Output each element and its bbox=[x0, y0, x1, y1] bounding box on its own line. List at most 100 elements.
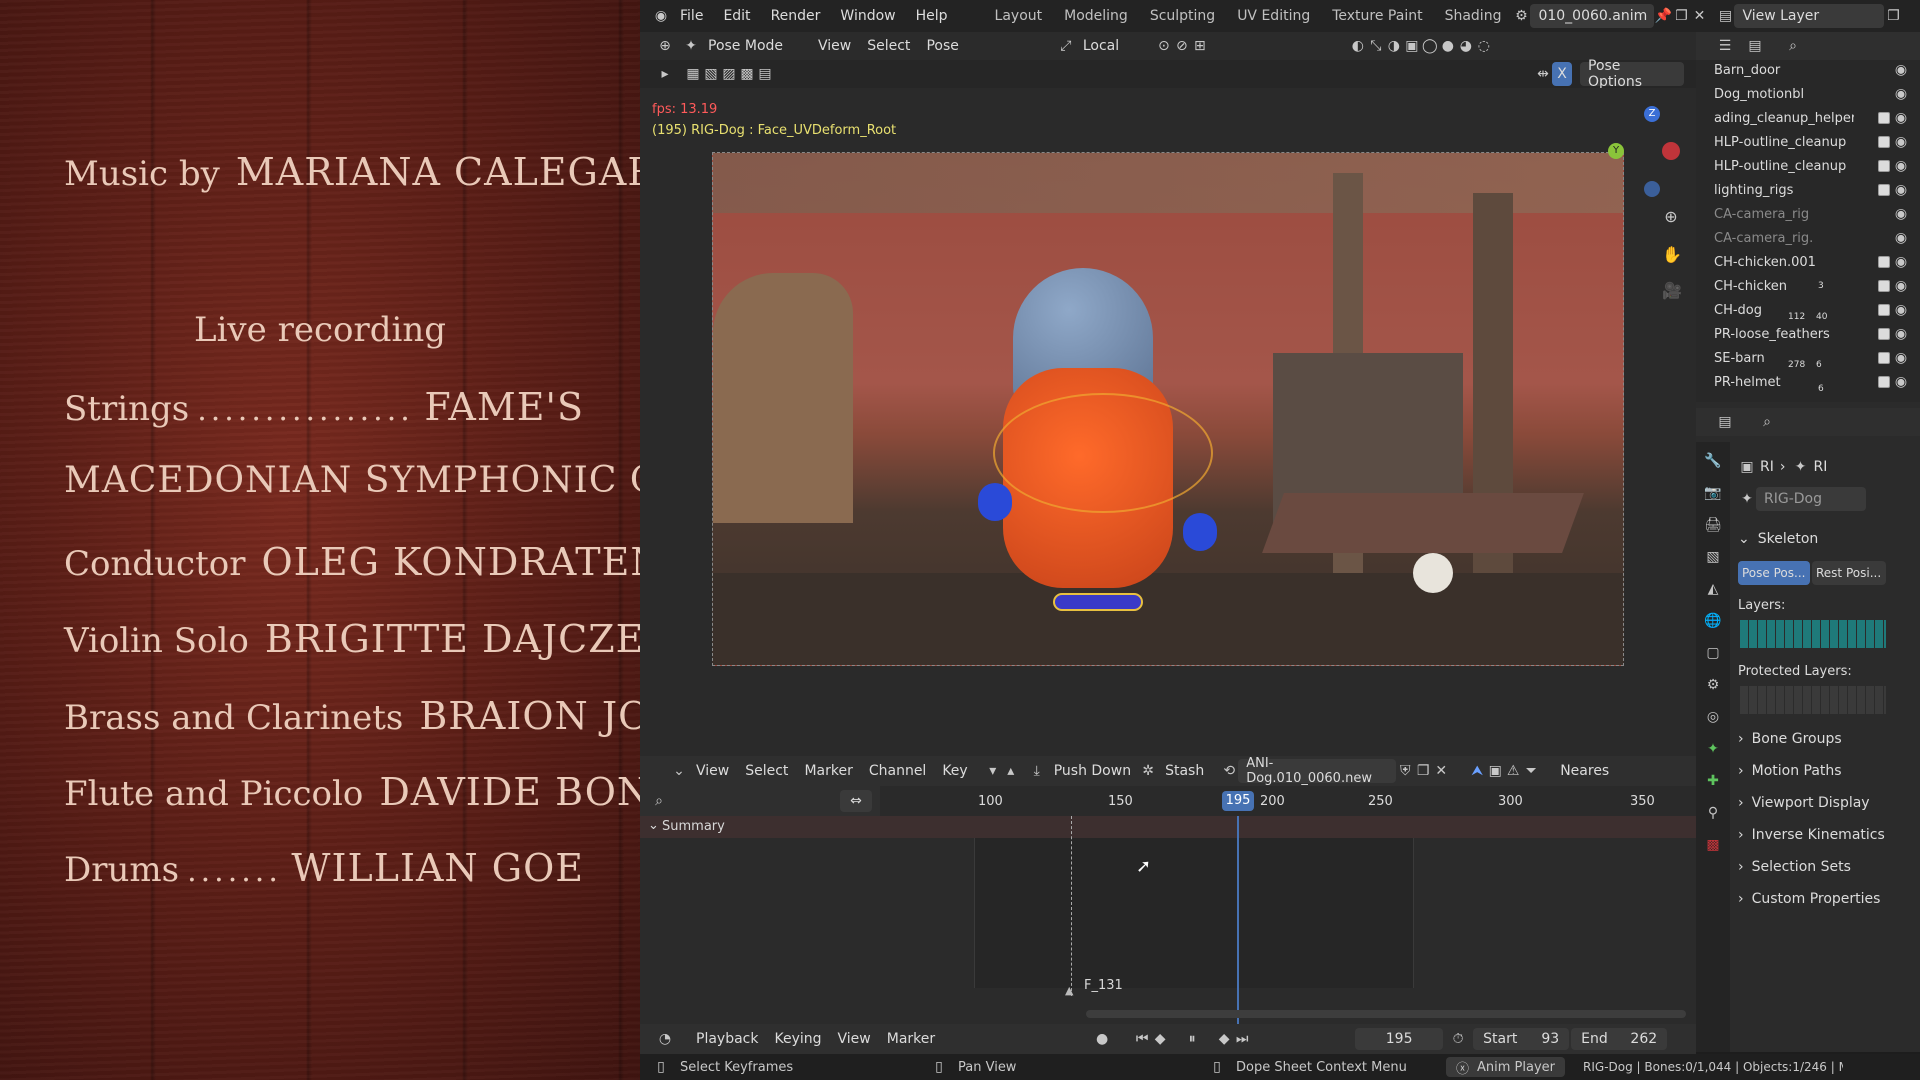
x-mirror-toggle[interactable]: X bbox=[1552, 62, 1572, 86]
scene-icon[interactable]: ⚙ bbox=[1512, 7, 1530, 25]
material-icon[interactable]: ◕ bbox=[1457, 37, 1475, 55]
rendered-icon[interactable]: ◌ bbox=[1475, 37, 1493, 55]
outliner-row[interactable]: PR-helmet 6 ◉ bbox=[1696, 370, 1920, 394]
proportional-icon[interactable]: ⊞ bbox=[1191, 37, 1209, 55]
tab-uv-editing[interactable]: UV Editing bbox=[1226, 0, 1321, 32]
visibility-icon[interactable]: ◐ bbox=[1349, 37, 1367, 55]
outliner-type-icon[interactable]: ☰ bbox=[1716, 37, 1734, 55]
panel-bone-groups[interactable]: › Bone Groups bbox=[1738, 724, 1914, 754]
outliner-row[interactable]: CA-camera_rig. ◉ bbox=[1696, 226, 1920, 250]
close-icon[interactable]: ✕ bbox=[1690, 7, 1708, 25]
outliner-row[interactable]: ading_cleanup_helper ◉ bbox=[1696, 106, 1920, 130]
menu-view[interactable]: View bbox=[810, 34, 859, 58]
outliner-row[interactable]: lighting_rigs ◉ bbox=[1696, 178, 1920, 202]
clock-icon[interactable]: ⏱ bbox=[1449, 1030, 1467, 1048]
wireframe-icon[interactable]: ◯ bbox=[1421, 37, 1439, 55]
eye-icon[interactable]: ◉ bbox=[1892, 181, 1910, 199]
outliner-row[interactable]: Dog_motionbl ◉ bbox=[1696, 82, 1920, 106]
select-invert-icon[interactable]: ▩ bbox=[738, 65, 756, 83]
eye-icon[interactable]: ◉ bbox=[1892, 229, 1910, 247]
frame-ruler[interactable]: ⌕ ⇔ bbox=[640, 786, 1696, 816]
timeline-type-icon[interactable]: ◔ bbox=[656, 1030, 674, 1048]
tab-texture-paint[interactable]: Texture Paint bbox=[1321, 0, 1433, 32]
xray-icon[interactable]: ▣ bbox=[1403, 37, 1421, 55]
world-tab-icon[interactable]: 🌐 bbox=[1702, 610, 1724, 632]
pose-options-dropdown[interactable]: Pose Options bbox=[1580, 58, 1684, 90]
outliner-row[interactable]: HLP-outline_cleanup ◉ bbox=[1696, 154, 1920, 178]
outliner-row[interactable]: SE-barn 278 6 ◉ bbox=[1696, 346, 1920, 370]
start-frame-field[interactable]: Start 93 bbox=[1473, 1028, 1570, 1050]
eye-icon[interactable]: ◉ bbox=[1892, 133, 1910, 151]
new-scene-icon[interactable]: ❐ bbox=[1672, 7, 1690, 25]
outliner-row[interactable]: Barn_door ◉ bbox=[1696, 58, 1920, 82]
checkbox[interactable] bbox=[1878, 136, 1890, 148]
eye-icon[interactable]: ◉ bbox=[1892, 109, 1910, 127]
next-keyframe-icon[interactable]: ◆ bbox=[1215, 1030, 1233, 1048]
anim-player-button[interactable]: ⓧ Anim Player bbox=[1446, 1057, 1566, 1077]
view-layer-tab-icon[interactable]: ▧ bbox=[1702, 546, 1724, 568]
menu-pose[interactable]: Pose bbox=[918, 34, 966, 58]
bone-constraint-tab-icon[interactable]: ⚲ bbox=[1702, 802, 1724, 824]
menu-window[interactable]: Window bbox=[830, 0, 905, 32]
armature-name-field[interactable]: RIG-Dog bbox=[1756, 487, 1866, 511]
menu-render[interactable]: Render bbox=[761, 0, 831, 32]
eye-icon[interactable]: ◉ bbox=[1892, 253, 1910, 271]
gizmo-icon[interactable]: ⤡ bbox=[1367, 37, 1385, 55]
gizmo-z[interactable]: Z bbox=[1644, 106, 1660, 122]
checkbox[interactable] bbox=[1878, 280, 1890, 292]
pan-hand-icon[interactable]: ✋ bbox=[1662, 246, 1682, 264]
unlink-action-icon[interactable]: ✕ bbox=[1432, 762, 1450, 780]
properties-search-icon[interactable]: ⌕ bbox=[1758, 413, 1776, 431]
texture-tab-icon[interactable]: ▩ bbox=[1702, 834, 1724, 856]
eye-icon[interactable]: ◉ bbox=[1892, 157, 1910, 175]
outliner-row[interactable]: PR-loose_feathers ◉ bbox=[1696, 322, 1920, 346]
mirror-icon[interactable]: ⇹ bbox=[1534, 65, 1552, 83]
menu-view[interactable]: View bbox=[830, 1027, 879, 1051]
eye-icon[interactable]: ◉ bbox=[1892, 85, 1910, 103]
zoom-icon[interactable]: ⊕ bbox=[1662, 208, 1680, 226]
checkbox[interactable] bbox=[1878, 112, 1890, 124]
menu-channel[interactable]: Channel bbox=[861, 759, 934, 783]
checkbox[interactable] bbox=[1878, 184, 1890, 196]
show-hidden-icon[interactable]: ▣ bbox=[1486, 762, 1504, 780]
panel-inverse-kinematics[interactable]: › Inverse Kinematics bbox=[1738, 820, 1914, 850]
checkbox[interactable] bbox=[1878, 352, 1890, 364]
select-intersect-icon[interactable]: ▤ bbox=[756, 65, 774, 83]
pivot-icon[interactable]: ⊙ bbox=[1155, 37, 1173, 55]
eye-icon[interactable]: ◉ bbox=[1892, 325, 1910, 343]
end-frame-field[interactable]: End 262 bbox=[1571, 1028, 1668, 1050]
menu-marker[interactable]: Marker bbox=[796, 759, 860, 783]
eye-icon[interactable]: ◉ bbox=[1892, 301, 1910, 319]
filter-down-icon[interactable]: ▾ bbox=[984, 762, 1002, 780]
outliner-row[interactable]: CH-chicken.001 ◉ bbox=[1696, 250, 1920, 274]
keying-dropdown[interactable]: Keying bbox=[766, 1027, 829, 1051]
panel-selection-sets[interactable]: › Selection Sets bbox=[1738, 852, 1914, 882]
prev-keyframe-icon[interactable]: ◆ bbox=[1151, 1030, 1169, 1048]
pause-icon[interactable]: ⏸ bbox=[1183, 1030, 1201, 1048]
rest-position-button[interactable]: Rest Posi... bbox=[1812, 561, 1886, 585]
gizmo-x[interactable] bbox=[1662, 142, 1680, 160]
jump-start-icon[interactable]: ⏮ bbox=[1133, 1030, 1151, 1048]
panel-viewport-display[interactable]: › Viewport Display bbox=[1738, 788, 1914, 818]
filter-icon[interactable]: ⏷ bbox=[1522, 762, 1540, 780]
modifier-tab-icon[interactable]: ⚙ bbox=[1702, 674, 1724, 696]
eye-icon[interactable]: ◉ bbox=[1892, 277, 1910, 295]
select-tool-icon[interactable]: ▸ bbox=[656, 65, 674, 83]
horizontal-scrollbar[interactable] bbox=[1086, 1010, 1686, 1018]
output-tab-icon[interactable]: 🖨 bbox=[1702, 514, 1724, 536]
3d-viewport[interactable]: fps: 13.19 (195) RIG-Dog : Face_UVDeform… bbox=[640, 88, 1696, 756]
select-extend-icon[interactable]: ▧ bbox=[702, 65, 720, 83]
scene-tab-icon[interactable]: ◭ bbox=[1702, 578, 1724, 600]
tool-tab-icon[interactable]: 🔧 bbox=[1702, 450, 1724, 472]
select-box-icon[interactable]: ▦ bbox=[684, 65, 702, 83]
menu-key[interactable]: Key bbox=[934, 759, 975, 783]
menu-file[interactable]: File bbox=[670, 0, 713, 32]
panel-custom-properties[interactable]: › Custom Properties bbox=[1738, 884, 1914, 914]
gizmo-neg-z[interactable] bbox=[1644, 181, 1660, 197]
render-tab-icon[interactable]: 📷 bbox=[1702, 482, 1724, 504]
checkbox[interactable] bbox=[1878, 160, 1890, 172]
copy-icon[interactable]: ❐ bbox=[1884, 7, 1902, 25]
current-frame-field[interactable]: 195 bbox=[1355, 1028, 1444, 1050]
action-field[interactable]: ANI-Dog.010_0060.new bbox=[1238, 756, 1397, 786]
outliner-row[interactable]: CH-chicken 3 ◉ bbox=[1696, 274, 1920, 298]
